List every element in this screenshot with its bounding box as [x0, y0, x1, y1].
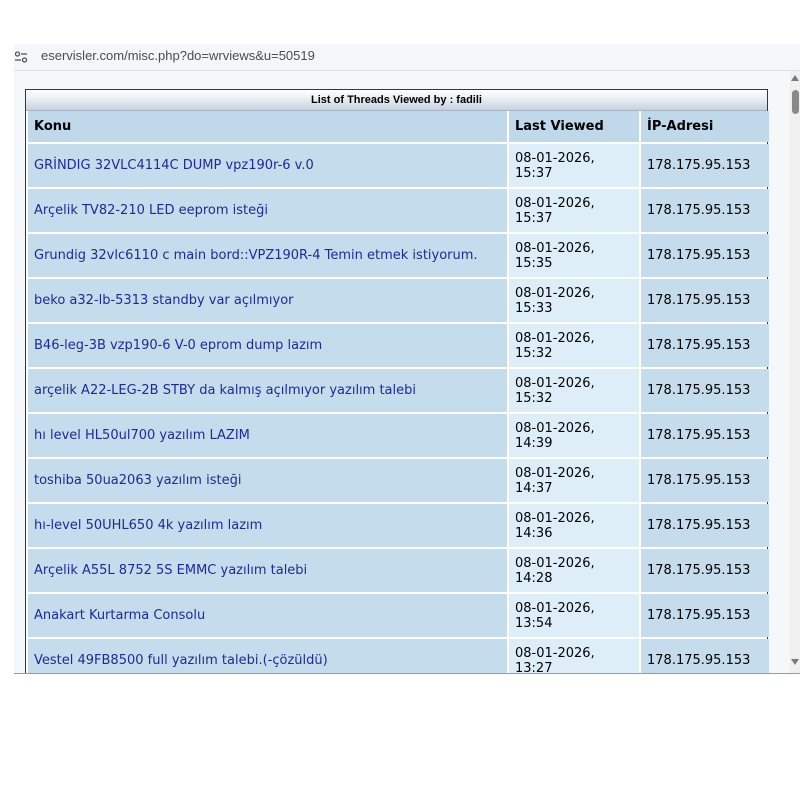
thread-link[interactable]: Arçelik A55L 8752 5S EMMC yazılım talebi [28, 549, 507, 592]
last-viewed-cell: 08-01-2026, 15:35 [509, 234, 639, 277]
thread-link[interactable]: beko a32-lb-5313 standby var açılmıyor [28, 279, 507, 322]
last-viewed-date: 08-01-2026, [515, 240, 595, 256]
url-text[interactable]: eservisler.com/misc.php?do=wrviews&u=505… [41, 48, 315, 63]
table-title: List of Threads Viewed by : fadili [26, 90, 767, 111]
thread-link[interactable]: Anakart Kurtarma Consolu [28, 594, 507, 637]
address-bar[interactable]: eservisler.com/misc.php?do=wrviews&u=505… [14, 44, 800, 71]
last-viewed-cell: 08-01-2026, 13:54 [509, 594, 639, 637]
last-viewed-date: 08-01-2026, [515, 555, 595, 571]
last-viewed-date: 08-01-2026, [515, 285, 595, 301]
ip-address-cell: 178.175.95.153 [641, 459, 769, 502]
last-viewed-time: 14:37 [515, 480, 553, 496]
last-viewed-time: 13:27 [515, 660, 553, 674]
ip-address-cell: 178.175.95.153 [641, 279, 769, 322]
column-header-last-viewed: Last Viewed [509, 111, 639, 142]
site-settings-icon[interactable] [14, 50, 28, 64]
last-viewed-time: 15:37 [515, 165, 553, 181]
column-header-ip: İP-Adresi [641, 111, 769, 142]
ip-address-cell: 178.175.95.153 [641, 414, 769, 457]
last-viewed-time: 14:28 [515, 570, 553, 586]
ip-address-cell: 178.175.95.153 [641, 369, 769, 412]
last-viewed-cell: 08-01-2026, 15:32 [509, 369, 639, 412]
browser-window: eservisler.com/misc.php?do=wrviews&u=505… [14, 44, 800, 674]
last-viewed-cell: 08-01-2026, 15:33 [509, 279, 639, 322]
thread-link[interactable]: Vestel 49FB8500 full yazılım talebi.(-çö… [28, 639, 507, 673]
last-viewed-time: 14:36 [515, 525, 553, 541]
last-viewed-time: 15:33 [515, 300, 553, 316]
last-viewed-date: 08-01-2026, [515, 150, 595, 166]
last-viewed-date: 08-01-2026, [515, 465, 595, 481]
thread-link[interactable]: hı-level 50UHL650 4k yazılım lazım [28, 504, 507, 547]
threads-table: List of Threads Viewed by : fadili Konu … [25, 89, 769, 673]
scroll-down-arrow-icon[interactable] [791, 659, 799, 665]
ip-address-cell: 178.175.95.153 [641, 504, 769, 547]
last-viewed-cell: 08-01-2026, 15:37 [509, 144, 639, 187]
last-viewed-time: 14:39 [515, 435, 553, 451]
last-viewed-cell: 08-01-2026, 13:27 [509, 639, 639, 673]
ip-address-cell: 178.175.95.153 [641, 189, 769, 232]
ip-address-cell: 178.175.95.153 [641, 594, 769, 637]
last-viewed-time: 15:37 [515, 210, 553, 226]
last-viewed-date: 08-01-2026, [515, 600, 595, 616]
last-viewed-time: 15:32 [515, 345, 553, 361]
last-viewed-cell: 08-01-2026, 15:32 [509, 324, 639, 367]
thread-link[interactable]: toshiba 50ua2063 yazılım isteği [28, 459, 507, 502]
thread-link[interactable]: arçelik A22-LEG-2B STBY da kalmış açılmı… [28, 369, 507, 412]
scrollbar-thumb[interactable] [792, 90, 799, 114]
last-viewed-time: 15:35 [515, 255, 553, 271]
ip-address-cell: 178.175.95.153 [641, 549, 769, 592]
table-grid: Konu Last Viewed İP-Adresi GRİNDIG 32VLC… [26, 111, 769, 673]
thread-link[interactable]: B46-leg-3B vzp190-6 V-0 eprom dump lazım [28, 324, 507, 367]
thread-link[interactable]: Arçelik TV82-210 LED eeprom isteği [28, 189, 507, 232]
ip-address-cell: 178.175.95.153 [641, 144, 769, 187]
scroll-up-arrow-icon[interactable] [791, 75, 799, 81]
last-viewed-time: 15:32 [515, 390, 553, 406]
last-viewed-date: 08-01-2026, [515, 375, 595, 391]
last-viewed-date: 08-01-2026, [515, 645, 595, 661]
last-viewed-date: 08-01-2026, [515, 330, 595, 346]
vertical-scrollbar[interactable] [790, 71, 800, 673]
page-content: List of Threads Viewed by : fadili Konu … [14, 71, 790, 673]
ip-address-cell: 178.175.95.153 [641, 234, 769, 277]
last-viewed-cell: 08-01-2026, 14:39 [509, 414, 639, 457]
last-viewed-date: 08-01-2026, [515, 510, 595, 526]
thread-link[interactable]: Grundig 32vlc6110 c main bord::VPZ190R-4… [28, 234, 507, 277]
thread-link[interactable]: GRİNDIG 32VLC4114C DUMP vpz190r-6 v.0 [28, 144, 507, 187]
ip-address-cell: 178.175.95.153 [641, 324, 769, 367]
ip-address-cell: 178.175.95.153 [641, 639, 769, 673]
last-viewed-cell: 08-01-2026, 14:28 [509, 549, 639, 592]
last-viewed-time: 13:54 [515, 615, 553, 631]
thread-link[interactable]: hı level HL50ul700 yazılım LAZIM [28, 414, 507, 457]
last-viewed-cell: 08-01-2026, 14:36 [509, 504, 639, 547]
last-viewed-cell: 08-01-2026, 14:37 [509, 459, 639, 502]
column-header-topic: Konu [28, 111, 507, 142]
last-viewed-date: 08-01-2026, [515, 420, 595, 436]
last-viewed-cell: 08-01-2026, 15:37 [509, 189, 639, 232]
last-viewed-date: 08-01-2026, [515, 195, 595, 211]
